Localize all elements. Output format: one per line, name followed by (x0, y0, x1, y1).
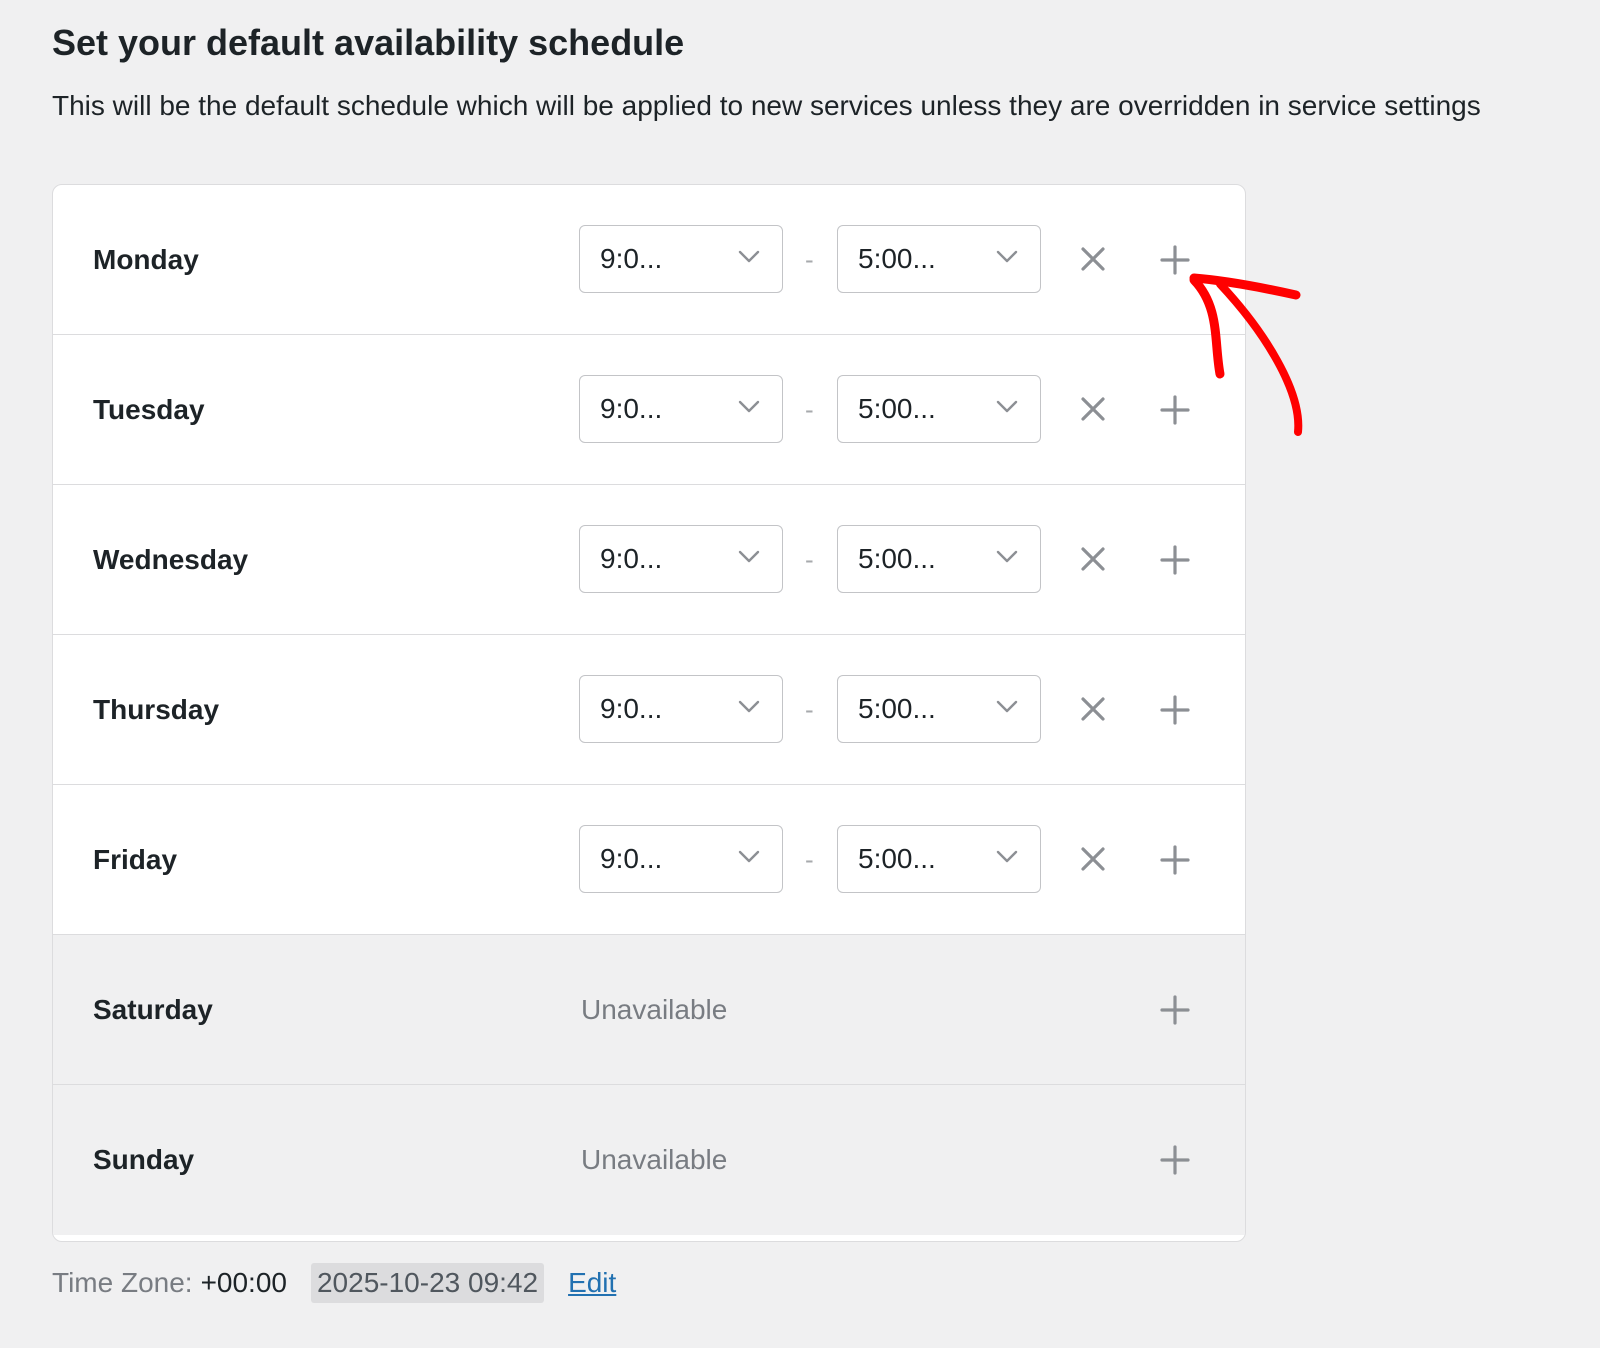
start-time-value: 9:0... (600, 543, 663, 574)
timezone-label: Time Zone: (52, 1267, 193, 1298)
schedule-row-thursday: Thursday 9:0... - 5:00... (53, 635, 1245, 785)
add-plus-icon[interactable] (1160, 1145, 1190, 1175)
edit-timezone-link[interactable]: Edit (568, 1267, 616, 1299)
remove-x-icon[interactable] (1079, 845, 1107, 873)
end-time-select[interactable]: 5:00... (837, 675, 1041, 743)
unavailable-status: Unavailable (581, 993, 728, 1025)
timezone-footer: Time Zone: +00:00 2025-10-23 09:42 Edit (52, 1262, 616, 1304)
remove-x-icon[interactable] (1079, 695, 1107, 723)
start-time-select[interactable]: 9:0... (579, 525, 783, 593)
start-time-value: 9:0... (600, 393, 663, 424)
chevron-down-icon (996, 850, 1018, 863)
start-time-select[interactable]: 9:0... (579, 225, 783, 293)
end-time-select[interactable]: 5:00... (837, 525, 1041, 593)
day-label: Wednesday (93, 543, 249, 575)
remove-x-icon[interactable] (1079, 545, 1107, 573)
chevron-down-icon (996, 250, 1018, 263)
chevron-down-icon (738, 850, 760, 863)
day-label: Friday (93, 843, 178, 875)
end-time-value: 5:00... (858, 693, 936, 724)
start-time-value: 9:0... (600, 243, 663, 274)
day-label: Monday (93, 243, 199, 275)
time-range-separator: - (805, 694, 814, 724)
timezone-value: +00:00 (200, 1267, 287, 1298)
add-plus-icon[interactable] (1160, 245, 1190, 275)
start-time-select[interactable]: 9:0... (579, 675, 783, 743)
add-plus-icon[interactable] (1160, 395, 1190, 425)
start-time-select[interactable]: 9:0... (579, 825, 783, 893)
current-time: 2025-10-23 09:42 (310, 1263, 545, 1303)
day-label: Thursday (93, 693, 220, 725)
start-time-value: 9:0... (600, 693, 663, 724)
chevron-down-icon (996, 400, 1018, 413)
schedule-row-wednesday: Wednesday 9:0... - 5:00... (53, 485, 1245, 635)
end-time-value: 5:00... (858, 543, 936, 574)
end-time-select[interactable]: 5:00... (837, 825, 1041, 893)
schedule-row-monday: Monday 9:0... - 5:00... (53, 185, 1245, 335)
add-plus-icon[interactable] (1160, 545, 1190, 575)
unavailable-status: Unavailable (581, 1144, 728, 1175)
chevron-down-icon (996, 700, 1018, 713)
chevron-down-icon (738, 400, 760, 413)
add-plus-icon[interactable] (1160, 995, 1190, 1025)
end-time-value: 5:00... (858, 243, 936, 274)
schedule-row-friday: Friday 9:0... - 5:00... (53, 785, 1245, 935)
schedule-row-tuesday: Tuesday 9:0... - 5:00... (53, 335, 1245, 485)
end-time-value: 5:00... (858, 843, 936, 874)
start-time-value: 9:0... (600, 843, 663, 874)
time-range-separator: - (805, 394, 814, 424)
remove-x-icon[interactable] (1079, 245, 1107, 273)
time-range-separator: - (805, 844, 814, 874)
add-plus-icon[interactable] (1160, 695, 1190, 725)
chevron-down-icon (738, 250, 760, 263)
time-range-separator: - (805, 244, 814, 274)
end-time-select[interactable]: 5:00... (837, 225, 1041, 293)
chevron-down-icon (738, 700, 760, 713)
day-label: Saturday (93, 993, 213, 1025)
chevron-down-icon (996, 550, 1018, 563)
remove-x-icon[interactable] (1079, 395, 1107, 423)
page-subtitle: This will be the default schedule which … (52, 90, 1481, 121)
time-range-separator: - (805, 544, 814, 574)
start-time-select[interactable]: 9:0... (579, 375, 783, 443)
day-label: Tuesday (93, 393, 205, 425)
end-time-select[interactable]: 5:00... (837, 375, 1041, 443)
end-time-value: 5:00... (858, 393, 936, 424)
page-title: Set your default availability schedule (52, 22, 685, 63)
availability-schedule-card: Monday 9:0... - 5:00... Tuesday 9:0... -… (52, 184, 1246, 1242)
chevron-down-icon (738, 550, 760, 563)
add-plus-icon[interactable] (1160, 845, 1190, 875)
day-label: Sunday (93, 1144, 195, 1175)
schedule-row-saturday: Saturday Unavailable (53, 935, 1245, 1085)
schedule-row-sunday: Sunday Unavailable (53, 1085, 1245, 1235)
